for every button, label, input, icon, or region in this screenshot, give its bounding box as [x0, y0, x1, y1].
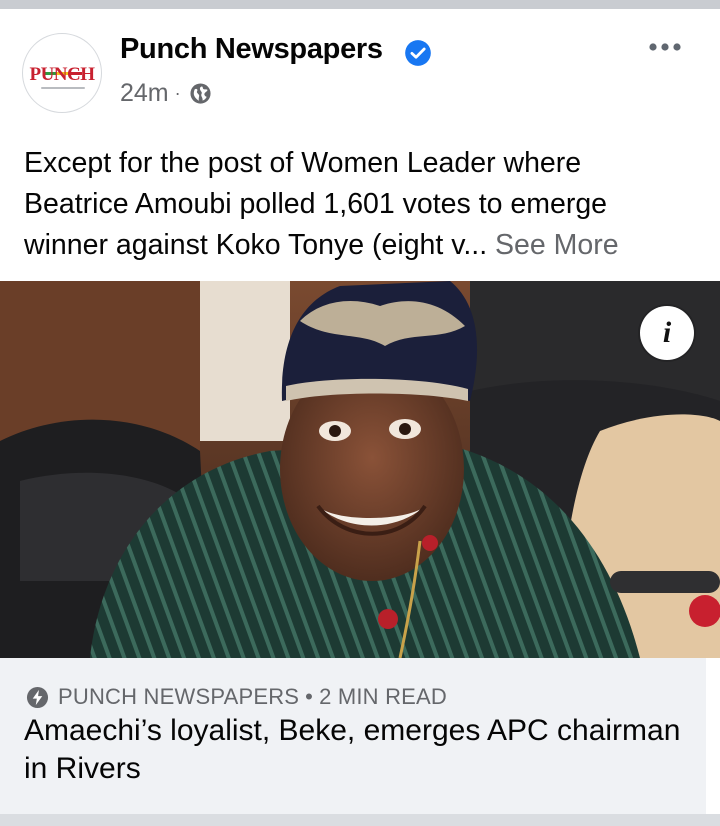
lightning-bolt-icon	[26, 686, 49, 708]
see-more-link[interactable]: See More	[495, 229, 619, 261]
link-source-name: PUNCH NEWSPAPERS	[58, 684, 300, 709]
link-title[interactable]: Amaechi’s loyalist, Beke, emerges APC ch…	[24, 712, 684, 788]
avatar-logo-text: PUNCH	[29, 64, 95, 85]
photo-illustration	[0, 281, 720, 658]
more-options-icon[interactable]	[645, 36, 685, 58]
article-photo[interactable]	[0, 281, 720, 658]
feed-separator-bottom	[0, 814, 720, 826]
post-text-line: Beatrice Amoubi polled 1,601 votes to em…	[24, 188, 608, 220]
link-read-time: 2 MIN READ	[319, 684, 447, 709]
globe-icon	[190, 83, 211, 104]
feed-separator-top	[0, 0, 720, 9]
post-text-line-last: winner against Koko Tonye (eight v... Se…	[24, 225, 700, 266]
logo-tagline	[41, 87, 85, 89]
page-name-link[interactable]: Punch Newspapers	[120, 33, 383, 66]
photo-info-button[interactable]: i	[640, 306, 694, 360]
page-avatar[interactable]: PUNCH	[22, 33, 102, 113]
post-text-line: Except for the post of Women Leader wher…	[24, 147, 582, 179]
verified-badge-icon	[405, 40, 431, 66]
post-timestamp[interactable]: 24m	[120, 79, 169, 108]
link-source-separator: •	[305, 684, 314, 709]
post-text-truncated: winner against Koko Tonye (eight v...	[24, 229, 488, 261]
meta-separator: ·	[174, 83, 181, 103]
post-meta: 24m ·	[120, 79, 212, 108]
post-text: Except for the post of Women Leader wher…	[24, 143, 700, 266]
link-source-row: PUNCH NEWSPAPERS • 2 MIN READ	[26, 684, 447, 710]
